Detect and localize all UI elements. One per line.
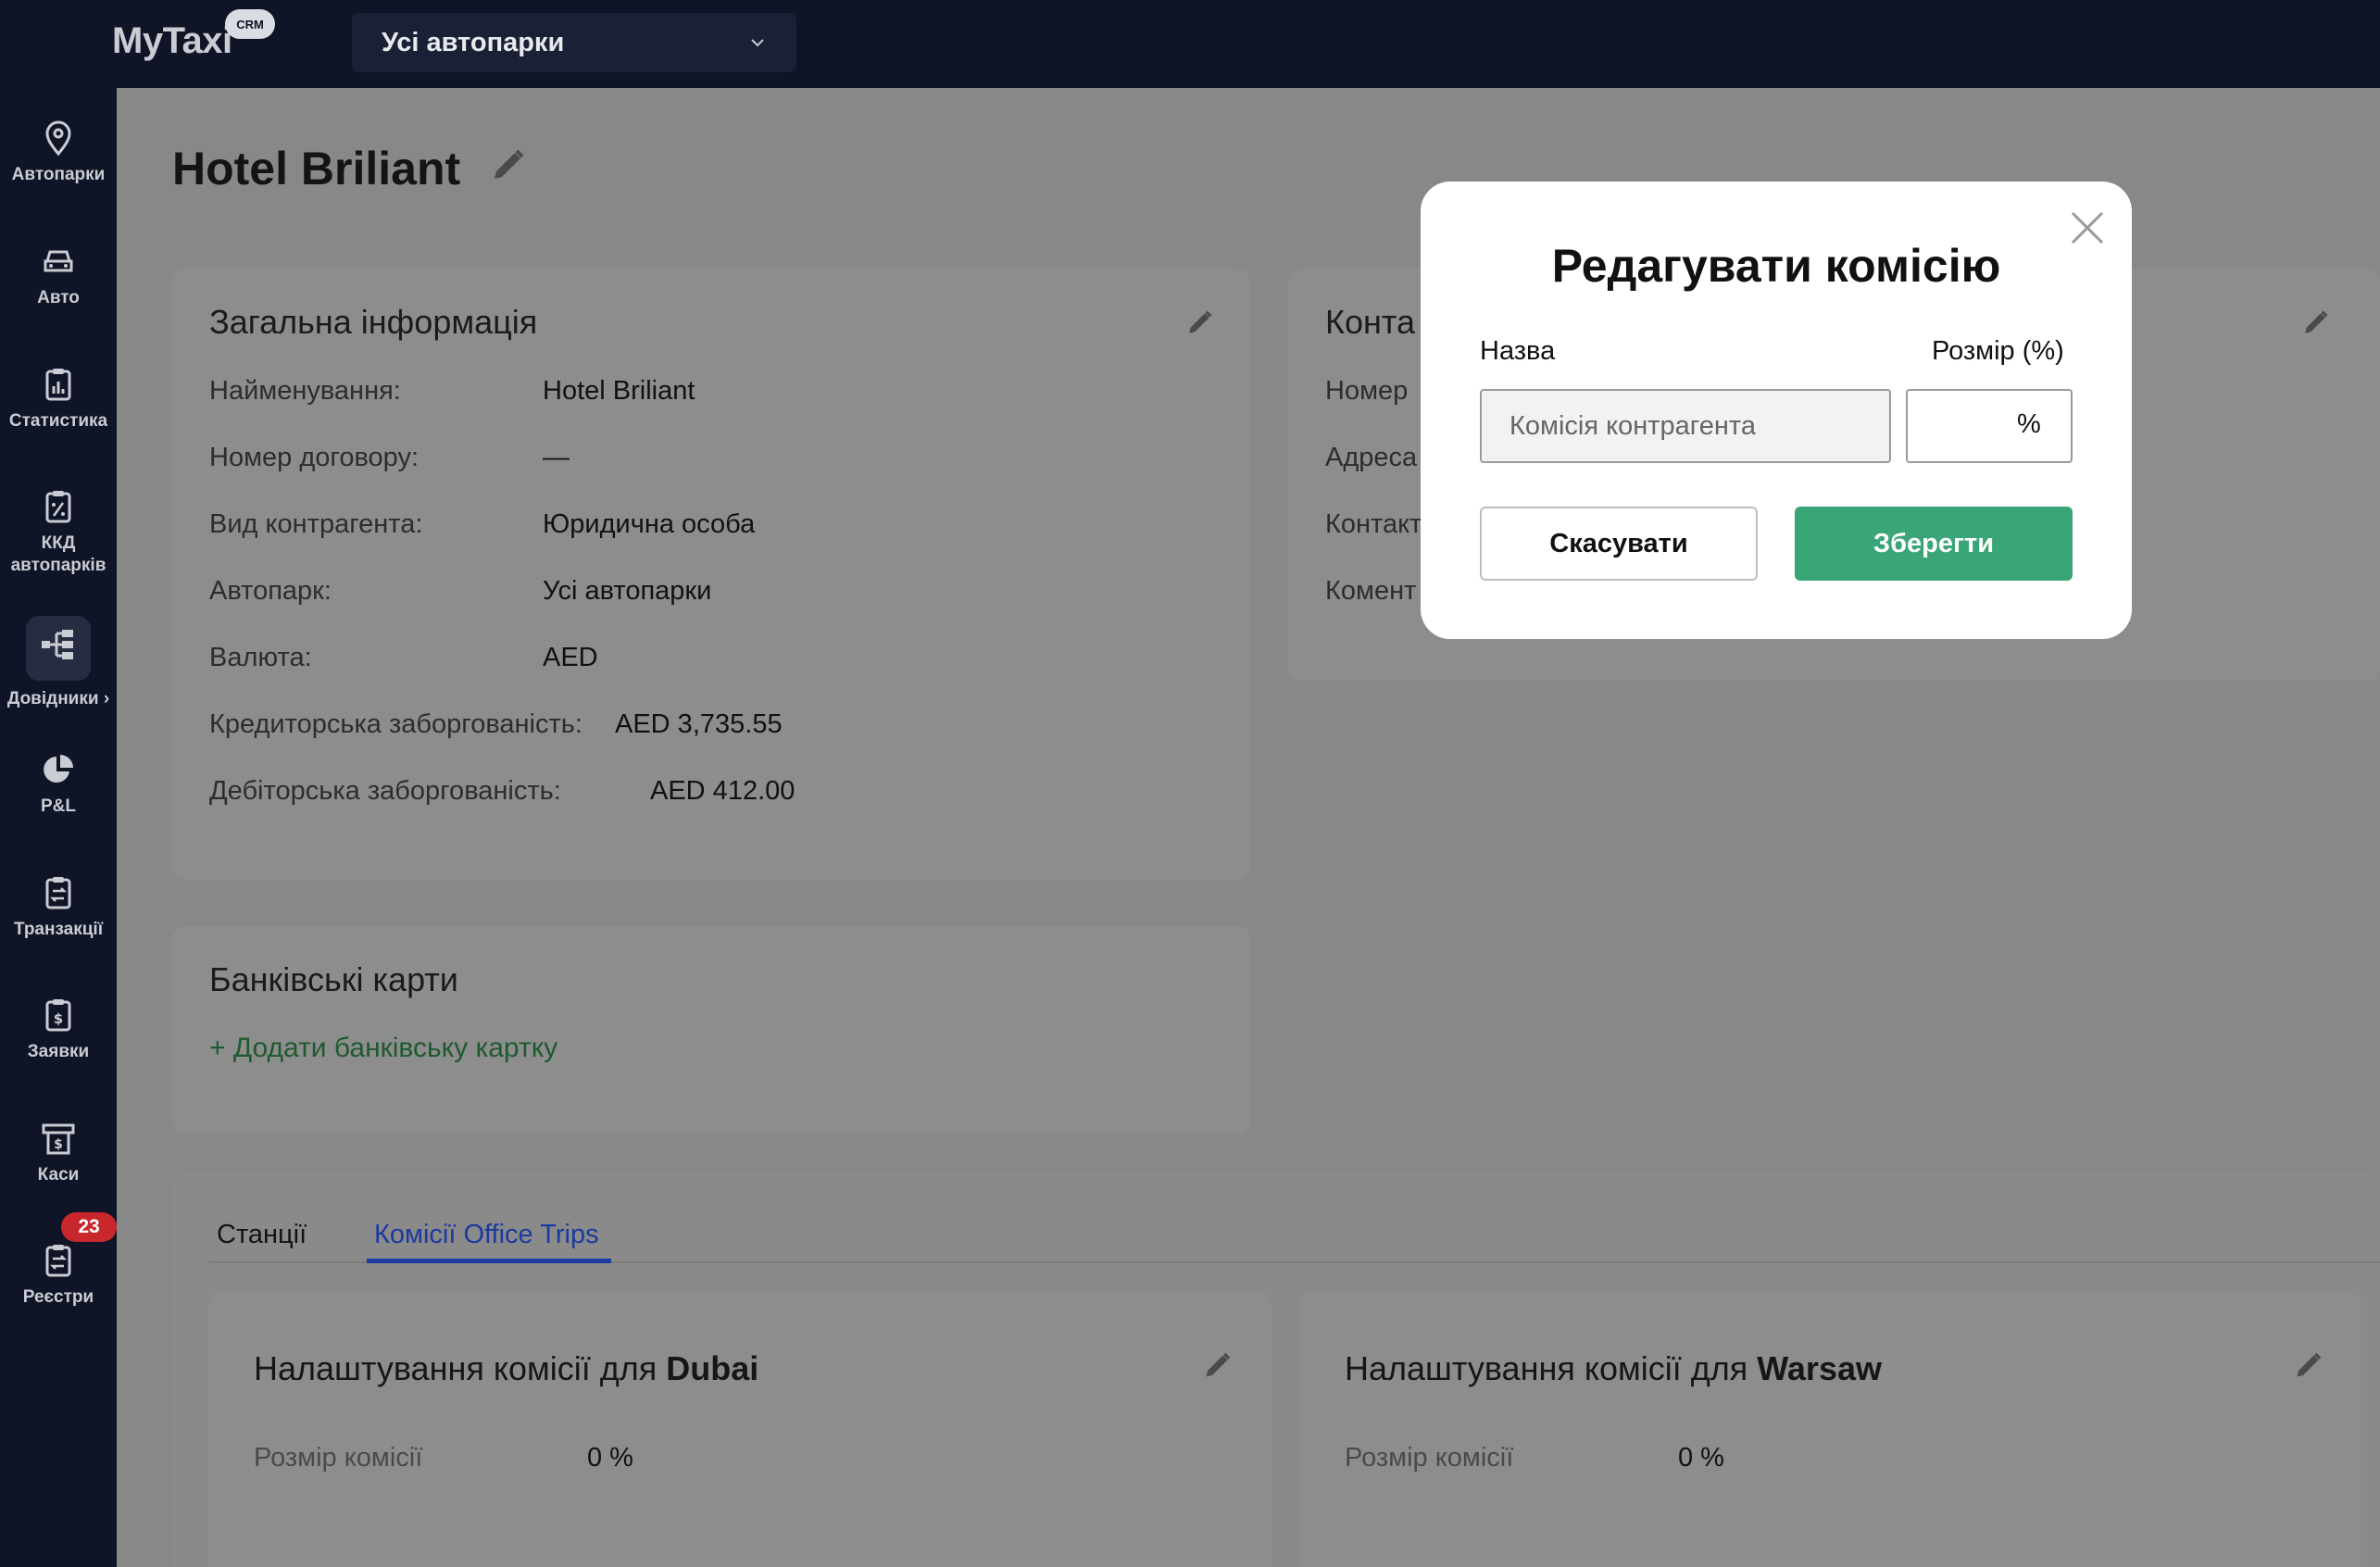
modal-title: Редагувати комісію: [1551, 240, 2001, 292]
contact-person-label: Контакт: [1325, 509, 1422, 539]
close-icon[interactable]: [2069, 209, 2106, 246]
name-label: Найменування:: [209, 376, 401, 406]
top-bar: MyTaxi CRM Усі автопарки: [0, 0, 2380, 88]
cash-register-icon: $: [42, 1123, 75, 1155]
general-info-title: Загальна інформація: [209, 303, 538, 341]
payables-label: Кредиторська заборгованість:: [209, 709, 582, 739]
hierarchy-icon: [42, 630, 73, 659]
pencil-icon[interactable]: [2299, 307, 2331, 339]
active-tab-indicator: [367, 1259, 611, 1263]
save-button[interactable]: Зберегти: [1795, 507, 2073, 581]
sidebar-item-directories[interactable]: Довідники ›: [0, 616, 117, 710]
payables-value: AED 3,735.55: [615, 709, 783, 739]
sidebar-item-cars[interactable]: Авто: [0, 243, 117, 309]
page-title: Hotel Briliant: [172, 143, 461, 194]
pencil-icon[interactable]: [1184, 307, 1215, 339]
active-indicator: [26, 616, 91, 681]
commission-size-label: Розмір комісії: [1345, 1443, 1514, 1473]
sidebar-item-label: Транзакції: [13, 920, 104, 939]
tab-office-trips-commissions[interactable]: Комісії Office Trips: [374, 1220, 599, 1250]
fleet-label: Автопарк:: [209, 576, 332, 606]
commission-size-value: 0 %: [587, 1443, 633, 1473]
commission-title: Налаштування комісії для Warsaw: [1345, 1349, 1882, 1387]
sidebar-item-label: Статистика: [8, 411, 108, 431]
sidebar-item-label: Реєстри: [22, 1287, 94, 1307]
contacts-title: Конта: [1325, 303, 1415, 341]
sidebar: Автопарки Авто Статистика ККД автопарків…: [0, 88, 117, 1567]
sidebar-item-label: Автопарки: [11, 165, 106, 184]
counterparty-type-value: Юридична особа: [543, 509, 756, 539]
commission-percent-input[interactable]: [1906, 389, 2073, 463]
commission-name-input[interactable]: [1480, 389, 1891, 463]
add-bank-card-link[interactable]: + Додати банківську картку: [209, 1033, 557, 1064]
sidebar-item-label: Довідники: [6, 689, 99, 708]
car-icon: [44, 250, 73, 272]
clipboard-list-icon: [45, 1245, 71, 1277]
commission-card-dubai: Налаштування комісії для Dubai Розмір ко…: [209, 1292, 1271, 1567]
commission-card-warsaw: Налаштування комісії для Warsaw Розмір к…: [1300, 1292, 2361, 1567]
fleet-value: Усі автопарки: [543, 576, 712, 606]
receivables-label: Дебіторська заборгованість:: [209, 776, 561, 806]
svg-text:$: $: [54, 1137, 63, 1152]
clipboard-chart-icon: [45, 369, 71, 401]
sidebar-item-registries[interactable]: Реєстри: [0, 1242, 117, 1309]
sidebar-item-label: Заявки: [27, 1042, 90, 1061]
sidebar-item-pl[interactable]: P&L: [0, 751, 117, 818]
receivables-value: AED 412.00: [650, 776, 795, 806]
contract-number-value: —: [543, 443, 570, 472]
contact-phone-label: Номер: [1325, 376, 1409, 406]
logo-badge: CRM: [225, 9, 275, 39]
percent-suffix: %: [2017, 409, 2041, 439]
chevron-right-icon: ›: [103, 689, 110, 708]
sidebar-item-label: Авто: [37, 288, 80, 307]
bank-cards-card: Банківські карти + Додати банківську кар…: [172, 926, 1250, 1135]
size-field-label: Розмір (%): [1932, 336, 2064, 366]
pencil-icon[interactable]: [2291, 1349, 2324, 1383]
counterparty-type-label: Вид контрагента:: [209, 509, 423, 539]
commission-title: Налаштування комісії для Dubai: [254, 1349, 759, 1387]
chevron-down-icon: [751, 39, 764, 47]
pencil-icon[interactable]: [1200, 1349, 1234, 1383]
app-logo[interactable]: MyTaxi: [112, 20, 232, 62]
sidebar-item-fleet-kkd[interactable]: ККД автопарків: [0, 488, 117, 577]
cancel-button[interactable]: Скасувати: [1480, 507, 1758, 581]
contract-number-label: Номер договору:: [209, 443, 420, 472]
sidebar-item-requests[interactable]: $ Заявки: [0, 997, 117, 1063]
sidebar-item-label: ККД автопарків: [10, 533, 106, 575]
currency-label: Валюта:: [209, 643, 312, 672]
location-pin-icon: [45, 120, 71, 157]
commission-size-label: Розмір комісії: [254, 1443, 423, 1473]
clipboard-dollar-icon: $: [45, 999, 71, 1032]
edit-commission-modal: Редагувати комісію Назва Розмір (%) % Ск…: [1421, 182, 2132, 639]
clipboard-percent-icon: [45, 491, 71, 523]
sidebar-item-label: P&L: [41, 796, 76, 816]
name-value: Hotel Briliant: [543, 376, 695, 406]
commission-size-value: 0 %: [1678, 1443, 1724, 1473]
fleet-select-value: Усі автопарки: [382, 27, 565, 57]
currency-value: AED: [543, 643, 598, 672]
tab-stations[interactable]: Станції: [217, 1220, 307, 1250]
sidebar-item-statistics[interactable]: Статистика: [0, 366, 117, 432]
fleet-select[interactable]: Усі автопарки: [352, 13, 796, 72]
clipboard-transfer-icon: [45, 877, 71, 909]
sidebar-item-fleets[interactable]: Автопарки: [0, 119, 117, 186]
bank-cards-title: Банківські карти: [209, 960, 458, 998]
sidebar-item-transactions[interactable]: Транзакції: [0, 874, 117, 941]
pencil-icon[interactable]: [487, 145, 528, 186]
pie-chart-icon: [44, 755, 73, 783]
contact-address-label: Адреса: [1325, 443, 1418, 472]
general-info-card: Загальна інформація Найменування: Hotel …: [172, 269, 1250, 880]
sidebar-item-cash-desks[interactable]: $ Каси: [0, 1120, 117, 1186]
contact-comment-label: Комент: [1325, 576, 1417, 606]
sidebar-item-label: Каси: [37, 1165, 80, 1185]
registry-count-badge: 23: [61, 1212, 117, 1242]
svg-text:$: $: [54, 1010, 63, 1027]
name-field-label: Назва: [1480, 336, 1556, 366]
